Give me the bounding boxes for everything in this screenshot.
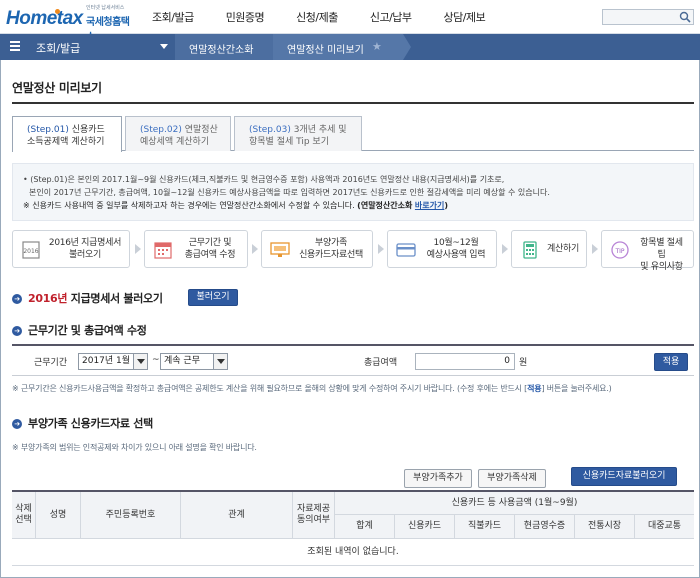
step-select-dependents[interactable]: 부양가족 신용카드자료선택 [261,230,373,268]
breadcrumb-item-preview[interactable]: 연말정산 미리보기 [273,34,403,60]
calendar-icon [154,242,172,259]
breadcrumb: 조회/발급 연말정산간소화 연말정산 미리보기 ★ [0,34,700,60]
chevron-down-icon [133,354,147,369]
info-box: • (Step.01)은 본인의 2017.1월~9월 신용카드(체크,직불카드… [12,163,694,221]
nav-item-report[interactable]: 신고/납부 [370,9,412,25]
info-line: • (Step.01)은 본인의 2017.1월~9월 신용카드(체크,직불카드… [23,175,505,184]
chevron-right-icon [403,34,411,60]
breadcrumb-current[interactable]: 조회/발급 [36,40,80,56]
period-salary-form: 근무기간 2017년 1월 ~ 계속 근무 총급여액 0 원 적용 [12,344,694,376]
step-tabs: (Step.01) 신용카드 소득공제액 계산하기 (Step.02) 연말정산… [12,116,694,152]
nav-item-certificate[interactable]: 민원증명 [226,9,265,25]
document-icon: 2016 [22,241,40,259]
shortcut-link[interactable]: 바로가기 [415,201,444,210]
process-steps: 2016 2016년 지급명세서 불러오기 근무기간 및 총급여액 수정 부양가족 신… [12,230,694,272]
tip-icon: TIP [611,241,629,259]
arrow-right-icon [135,244,141,254]
header-transit: 대중교통 [635,515,694,539]
title-divider [12,102,694,104]
delete-dependent-button[interactable]: 부양가족삭제 [478,469,546,488]
empty-message: 조회된 내역이 없습니다. [12,539,694,566]
breadcrumb-item-simplified[interactable]: 연말정산간소화 [175,34,273,60]
main-nav: 조회/발급 민원증명 신청/제출 신고/납부 상담/제보 [152,9,517,25]
header-consent: 자료제공 동의여부 [293,492,335,539]
dependents-table: 삭제 선택 성명 주민등록번호 관계 자료제공 동의여부 신용카드 등 사용금액 (… [12,490,694,566]
chevron-down-icon [213,354,227,369]
search-input[interactable] [602,9,694,25]
calculator-icon [523,241,537,259]
arrow-bullet-icon: ➔ [12,294,22,304]
step-tips[interactable]: TIP 항목별 절세 팁및 유의사항 [601,230,694,272]
arrow-right-icon [252,244,258,254]
period-start-select[interactable]: 2017년 1월 [78,353,148,370]
header-cash-receipt: 현금영수증 [515,515,575,539]
nav-item-application[interactable]: 신청/제출 [296,9,338,25]
tilde: ~ [152,355,160,365]
card-icon [396,243,416,257]
header-name: 성명 [36,492,81,539]
nav-item-consult[interactable]: 상담/제보 [444,9,486,25]
header-debit-card: 직불카드 [455,515,515,539]
arrow-bullet-icon: ➔ [12,326,22,336]
logo-dot-icon [55,9,60,14]
arrow-right-icon [502,244,508,254]
section-dependents: ➔ 부양가족 신용카드자료 선택 [12,415,153,431]
arrow-right-icon [378,244,384,254]
info-note: ※ 신용카드 사용내역 중 일부를 삭제하고자 하는 경우에는 연말정산간소화에… [23,201,449,210]
tab-step3[interactable]: (Step.03) 3개년 추세 및 항목별 절세 Tip 보기 [234,116,362,151]
svg-text:2016: 2016 [23,248,38,255]
load-statement-button[interactable]: 불러오기 [188,289,238,306]
header-select: 삭제 선택 [12,492,36,539]
period-label: 근무기간 [34,358,68,368]
apply-button[interactable]: 적용 [654,353,688,371]
info-line: 본인이 2017년 근무기간, 총급여액, 10월~12월 신용카드 예상사용금… [29,188,550,197]
monitor-icon [270,242,290,257]
chevron-down-icon[interactable] [160,44,168,49]
menu-icon[interactable] [10,41,20,51]
header-usage-group: 신용카드 등 사용금액 (1월~9월) [335,492,694,515]
header-total: 합계 [335,515,395,539]
nav-item-inquiry[interactable]: 조회/발급 [152,9,194,25]
period-note: ※ 근무기간은 신용카드사용금액을 확정하고 총급여액은 공제한도 계산을 위해… [12,384,612,393]
step-expected-usage[interactable]: 10월~12월 예상사용액 입력 [387,230,497,268]
tab-step2[interactable]: (Step.02) 연말정산 예상세액 계산하기 [125,116,231,151]
step-edit-period[interactable]: 근무기간 및 총급여액 수정 [144,230,248,268]
hometax-logo[interactable]: 인터넷 납세서비스 Hometax 국세청홈택스 [6,4,136,43]
unit-label: 원 [519,358,528,368]
step-load-statement[interactable]: 2016 2016년 지급명세서 불러오기 [12,230,130,268]
salary-input[interactable]: 0 [415,353,515,370]
header-credit-card: 신용카드 [395,515,455,539]
header-relation: 관계 [181,492,293,539]
salary-label: 총급여액 [364,358,398,368]
page-title: 연말정산 미리보기 [12,81,102,95]
logo-tagline: 인터넷 납세서비스 [86,5,125,11]
star-icon[interactable]: ★ [372,40,382,53]
search-icon[interactable] [679,11,691,23]
tab-step1[interactable]: (Step.01) 신용카드 소득공제액 계산하기 [12,116,122,152]
header-market: 전통시장 [575,515,635,539]
step-calculate[interactable]: 계산하기 [511,230,587,268]
top-header: 인터넷 납세서비스 Hometax 국세청홈택스 조회/발급 민원증명 신청/제… [0,0,700,43]
arrow-bullet-icon: ➔ [12,419,22,429]
logo-text: Hometax [6,8,83,29]
svg-text:TIP: TIP [614,248,624,255]
dependents-note: ※ 부양가족의 범위는 인적공제와 차이가 있으니 아래 설명을 확인 바랍니다… [12,443,257,452]
arrow-right-icon [592,244,598,254]
header-id: 주민등록번호 [81,492,181,539]
section-load-statement: ➔ 2016년 지급명세서 불러오기 [12,290,163,306]
load-card-data-button[interactable]: 신용카드자료불러오기 [571,467,677,486]
period-end-select[interactable]: 계속 근무 [160,353,228,370]
add-dependent-button[interactable]: 부양가족추가 [404,469,472,488]
section-edit-period: ➔ 근무기간 및 총급여액 수정 [12,322,147,338]
